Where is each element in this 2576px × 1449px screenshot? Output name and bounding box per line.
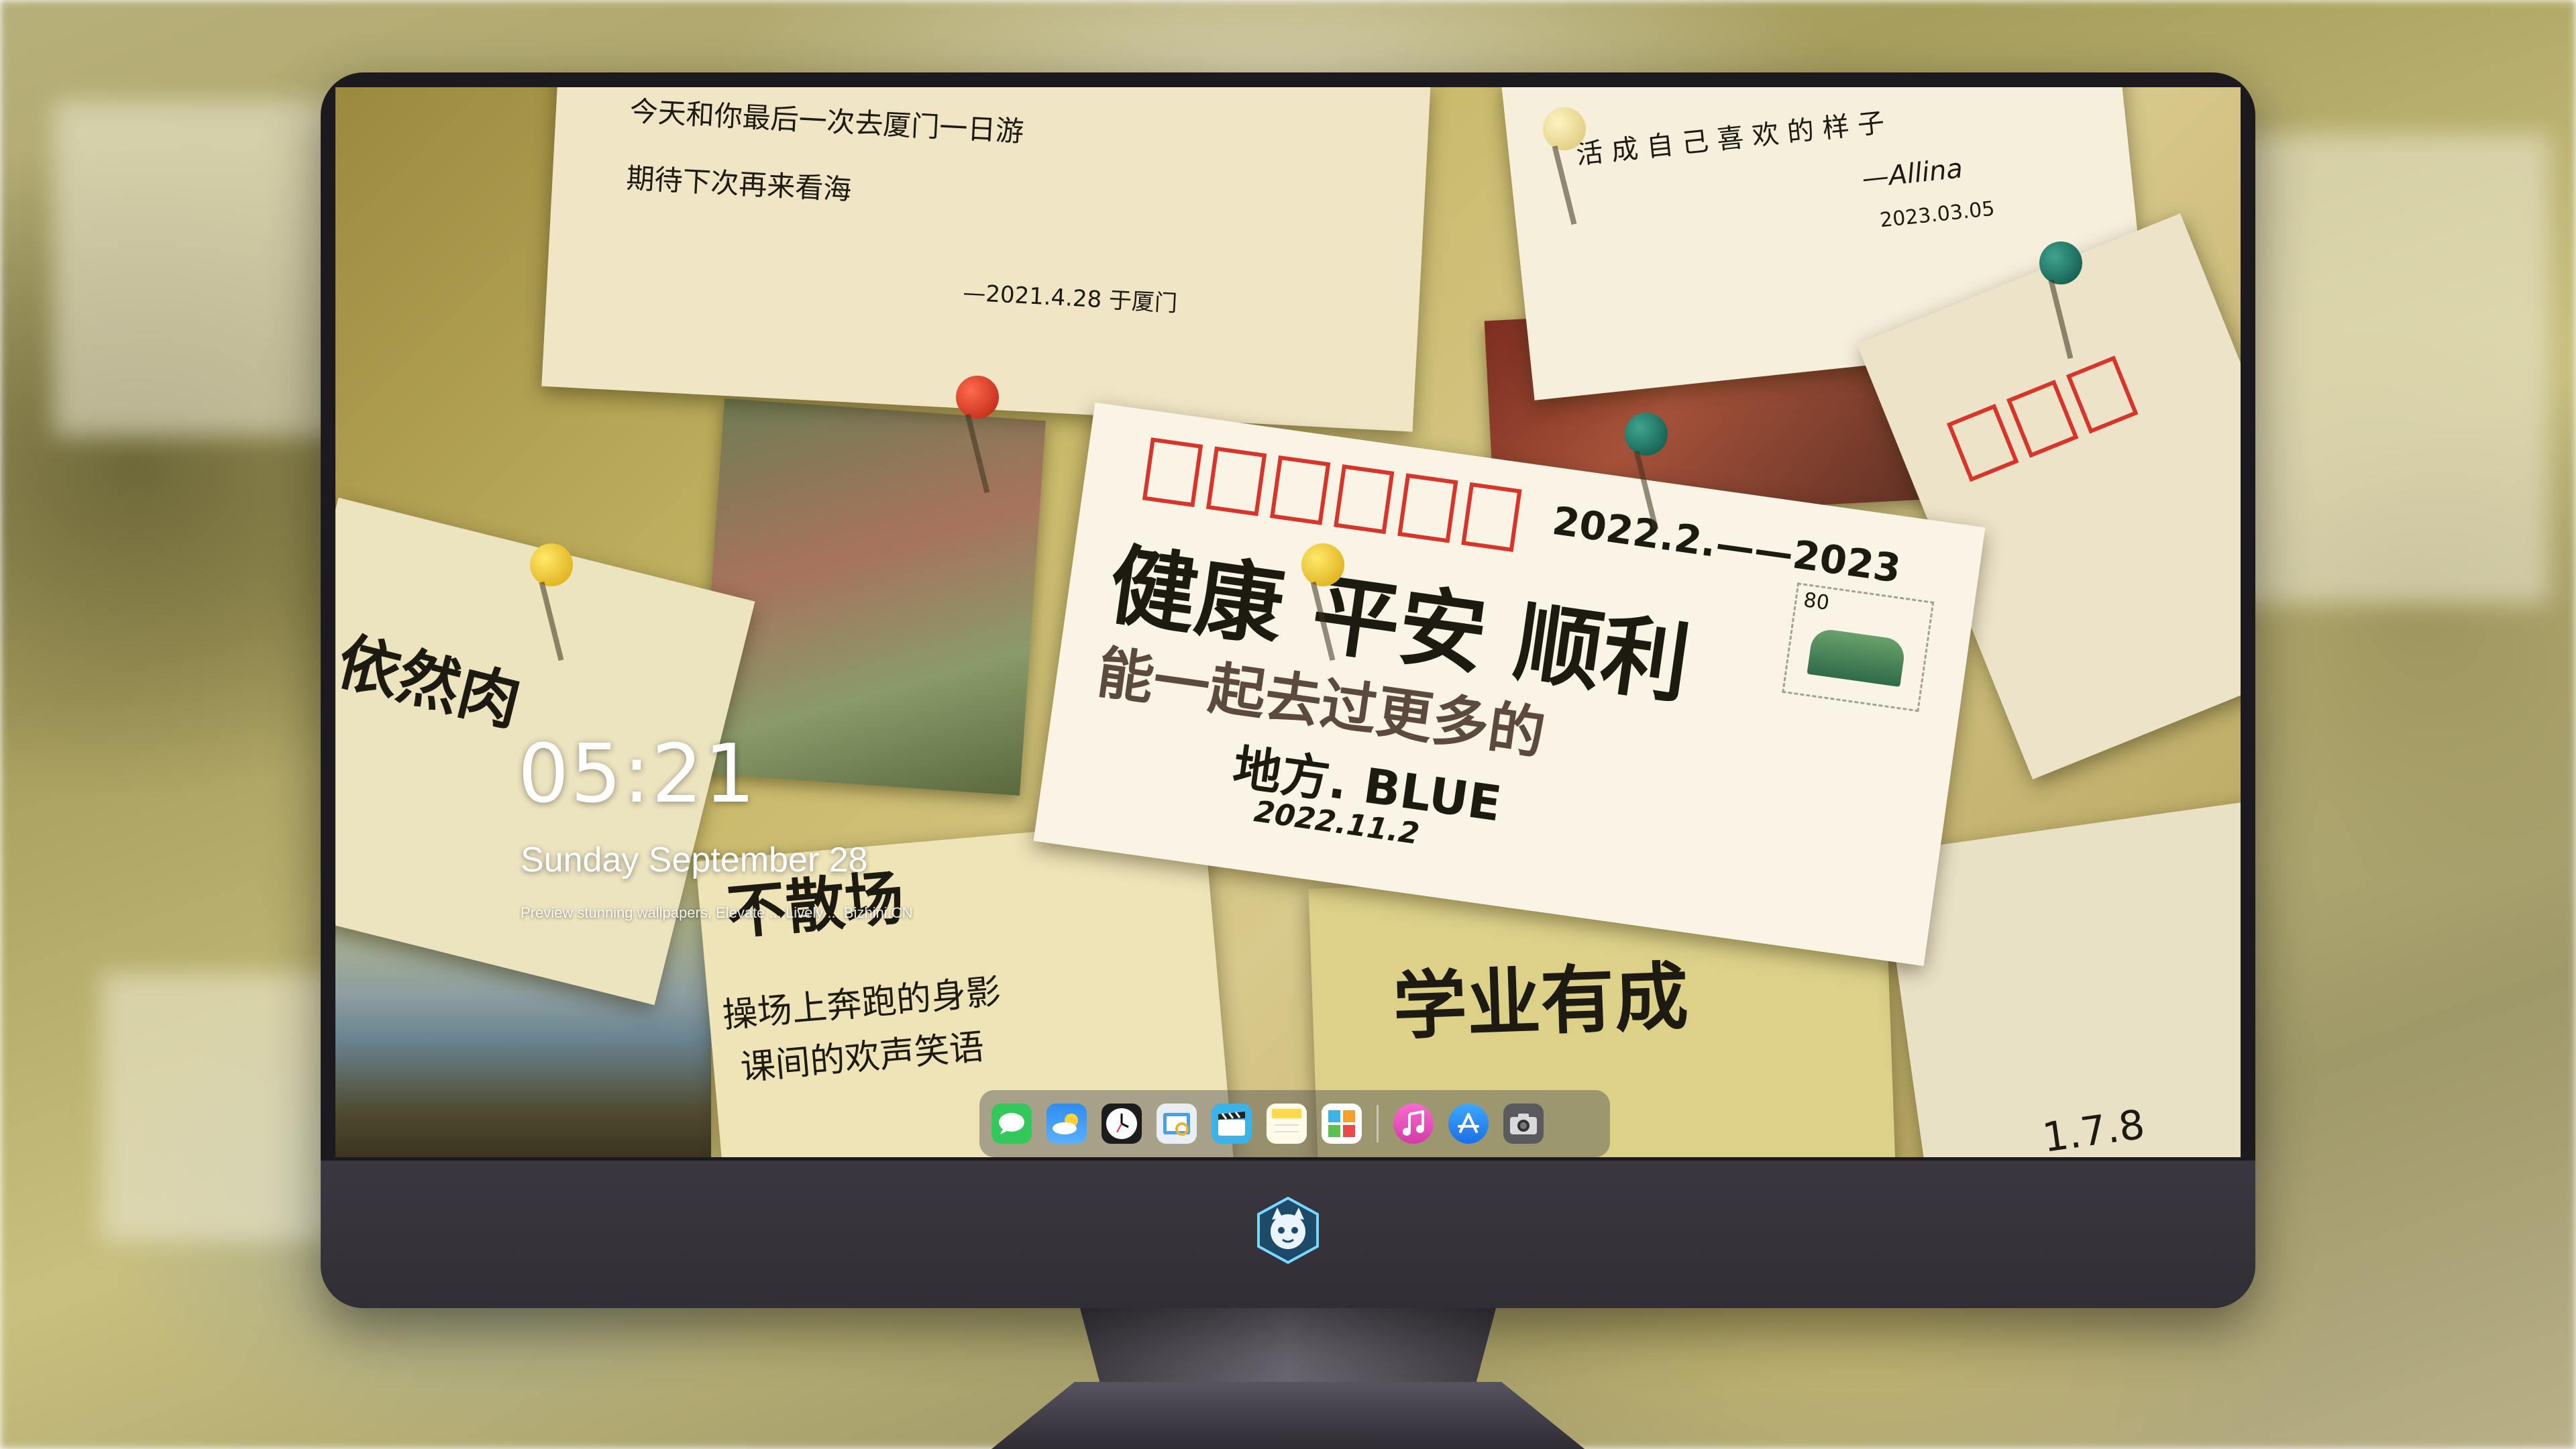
weather-icon[interactable]: [1046, 1104, 1087, 1144]
app-store-icon[interactable]: [1448, 1104, 1489, 1144]
preview-icon[interactable]: [1157, 1104, 1197, 1144]
push-pin: [2039, 241, 2082, 284]
card-text: 1.7.8: [2039, 1101, 2148, 1157]
monitor: 今天和你最后一次去厦门一日游 期待下次再来看海 —2021.4.28 于厦门 活…: [321, 72, 2255, 1308]
notes-icon[interactable]: [1267, 1104, 1307, 1144]
push-pin: [1543, 107, 1586, 150]
clips-icon[interactable]: [1212, 1104, 1252, 1144]
lock-screen-time: 05:21: [518, 728, 757, 821]
monitor-stand-base: [991, 1382, 1585, 1449]
card-text: 依然肉: [335, 625, 528, 740]
blurred-background-paper: [2214, 134, 2549, 604]
push-pin: [956, 376, 999, 419]
blurred-background-paper: [101, 973, 356, 1241]
screen: 今天和你最后一次去厦门一日游 期待下次再来看海 —2021.4.28 于厦门 活…: [335, 87, 2241, 1157]
card-date: 2023.03.05: [1878, 197, 1996, 233]
stamp-value: 80: [1802, 588, 1831, 615]
card-stamp: 80: [1782, 582, 1935, 712]
wallpaper-caption: Preview stunning wallpapers, Elevate ...…: [521, 904, 913, 921]
camera-icon[interactable]: [1503, 1104, 1544, 1144]
card-text: 学业有成: [1391, 953, 1690, 1050]
music-icon[interactable]: [1393, 1104, 1434, 1144]
dock-separator: [1377, 1105, 1379, 1142]
lock-screen-date: Sunday September 28: [521, 841, 868, 879]
card-text: 今天和你最后一次去厦门一日游: [629, 94, 1025, 148]
mascot-logo-icon: [1254, 1196, 1322, 1265]
push-pin: [530, 543, 573, 586]
card-text: 活 成 自 己 喜 欢 的 样 子: [1574, 107, 1886, 171]
photo-booth-icon[interactable]: [1322, 1104, 1362, 1144]
dock: [979, 1090, 1610, 1157]
card-signature: —Allina: [1860, 153, 1964, 195]
card-signature: —2021.4.28 于厦门: [962, 279, 1178, 318]
push-pin: [1301, 543, 1344, 586]
clock-icon[interactable]: [1102, 1104, 1142, 1144]
card-text: 期待下次再来看海: [625, 161, 853, 207]
messages-icon[interactable]: [991, 1104, 1032, 1144]
push-pin: [1625, 413, 1668, 455]
card-year: 2022.2.——2023: [1549, 497, 1904, 592]
